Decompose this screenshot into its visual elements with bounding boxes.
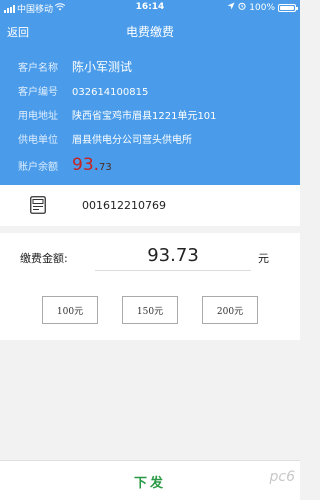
address-row: 用电地址 陕西省宝鸡市眉县1221单元101 bbox=[18, 107, 217, 122]
supplier-label: 供电单位 bbox=[18, 135, 58, 146]
amount-100-button[interactable]: 100元 bbox=[42, 296, 98, 324]
submit-button[interactable]: 下发 bbox=[0, 461, 300, 500]
watermark-logo: pc6 bbox=[269, 469, 296, 485]
amount-200-button[interactable]: 200元 bbox=[202, 296, 258, 324]
alarm-icon bbox=[238, 2, 246, 13]
address-value: 陕西省宝鸡市眉县1221单元101 bbox=[72, 111, 217, 122]
battery-percent: 100% bbox=[249, 2, 275, 13]
balance-integer: 93. bbox=[72, 155, 100, 175]
supplier-row: 供电单位 眉县供电分公司营头供电所 bbox=[18, 131, 192, 146]
customer-name-row: 客户名称 陈小军测试 bbox=[18, 58, 132, 75]
customer-id-label: 客户编号 bbox=[18, 87, 58, 98]
balance-row: 账户余额 93. 73 bbox=[18, 155, 112, 175]
amount-label: 缴费金额: bbox=[20, 252, 68, 265]
battery-icon bbox=[278, 3, 298, 12]
amount-unit: 元 bbox=[258, 252, 269, 265]
supplier-value: 眉县供电分公司营头供电所 bbox=[72, 135, 192, 146]
navbar: 返回 电费缴费 bbox=[0, 16, 300, 44]
address-label: 用电地址 bbox=[18, 111, 58, 122]
page-title: 电费缴费 bbox=[125, 25, 174, 39]
amount-150-button[interactable]: 150元 bbox=[122, 296, 178, 324]
meter-icon bbox=[30, 196, 46, 214]
balance-decimal: 73 bbox=[99, 162, 112, 173]
balance-label: 账户余额 bbox=[18, 162, 58, 173]
meter-number: 001612210769 bbox=[82, 199, 166, 212]
status-bar: 中国移动 16:14 100% bbox=[0, 0, 300, 16]
footer-bar: 下发 pc6 bbox=[0, 460, 300, 500]
location-icon bbox=[227, 2, 235, 13]
status-right: 100% bbox=[227, 2, 298, 13]
payment-panel: 缴费金额: 元 100元 150元 200元 bbox=[0, 233, 300, 340]
amount-input[interactable] bbox=[95, 241, 251, 271]
customer-name-label: 客户名称 bbox=[18, 63, 58, 74]
meter-bar: 001612210769 bbox=[0, 185, 300, 226]
customer-id-row: 客户编号 032614100815 bbox=[18, 83, 148, 98]
customer-name-value: 陈小军测试 bbox=[72, 60, 133, 74]
customer-id-value: 032614100815 bbox=[72, 87, 149, 98]
customer-info-panel: 中国移动 16:14 100% 返回 电费缴费 客户名称 陈小军测试 客户编号 … bbox=[0, 0, 300, 185]
